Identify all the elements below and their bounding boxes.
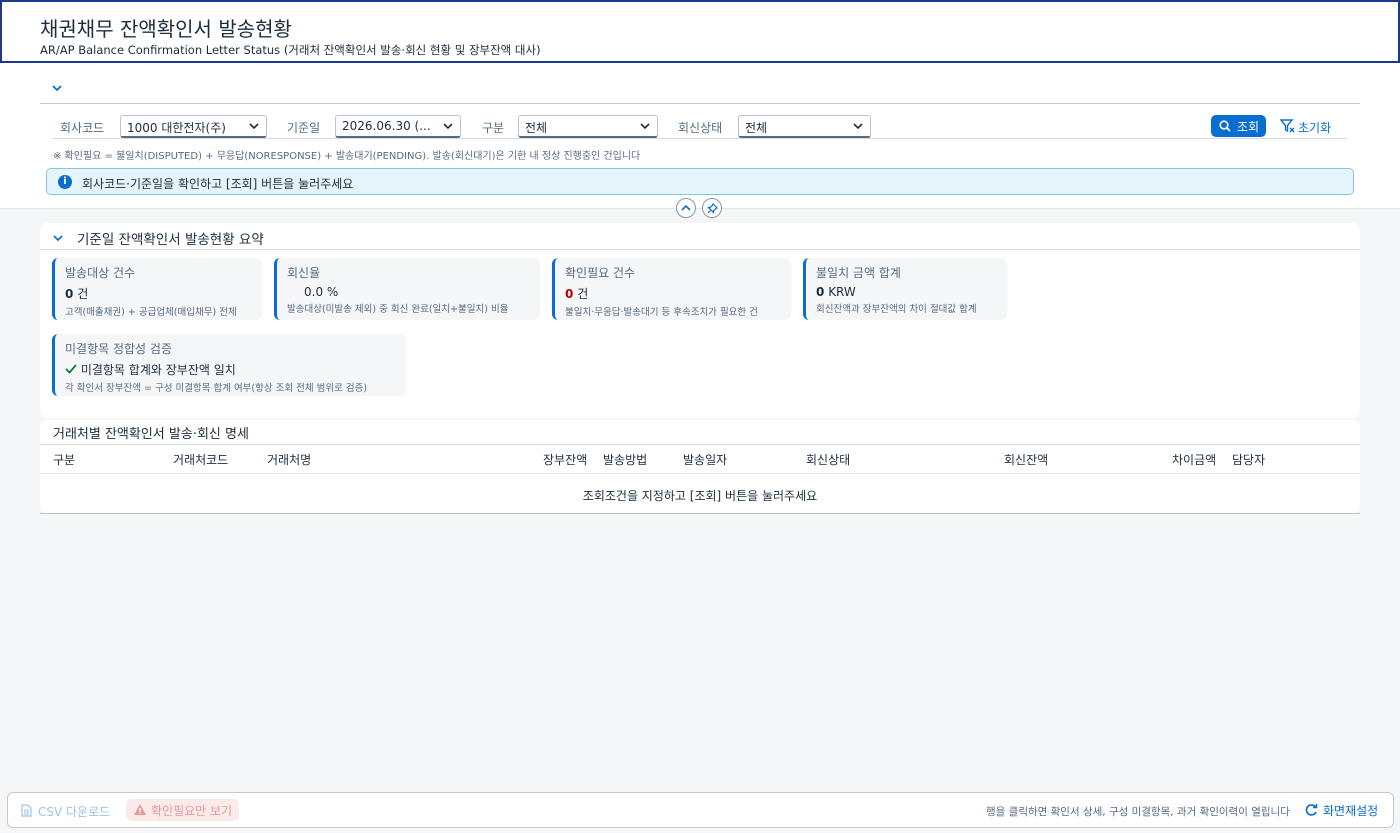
detail-table-section: 거래처별 잔액확인서 발송·회신 명세 구분 거래처코드 거래처명 장부잔액 발… (40, 420, 1360, 514)
checkmark-icon (65, 364, 77, 374)
reply-status-label: 회신상태 (678, 121, 723, 135)
info-message-text: 회사코드·기준일을 확인하고 [조회] 버튼을 눌러주세요 (82, 177, 354, 191)
pin-header-button[interactable] (702, 198, 722, 218)
kpi-card-target-count: 발송대상 건수 0 건 고객(매출채권) + 공급업체(매입채무) 전체 (52, 258, 262, 320)
reset-view-button[interactable]: 화면재설정 (1304, 802, 1378, 819)
summary-section: 기준일 잔액확인서 발송현황 요약 발송대상 건수 0 건 고객(매출채권) +… (40, 223, 1360, 418)
warning-icon (134, 804, 146, 815)
column-header-type[interactable]: 구분 (53, 451, 75, 468)
column-header-partner-name[interactable]: 거래처명 (267, 451, 311, 468)
column-header-difference[interactable]: 차이금액 (1172, 451, 1216, 468)
type-value: 전체 (525, 121, 548, 135)
type-select[interactable]: 전체 (518, 115, 658, 138)
chevron-down-icon (249, 123, 259, 130)
column-header-owner[interactable]: 담당자 (1232, 451, 1265, 468)
kpi-value: 0 KRW (816, 285, 856, 299)
search-button-label: 조회 (1237, 120, 1260, 134)
filter-bar: 회사코드 1000 대한전자(주) 기준일 2026.06.30 (... 구분… (0, 63, 1400, 209)
base-date-value: 2026.06.30 (... (342, 119, 431, 133)
footer-hint: 행을 클릭하면 확인서 상세, 구성 미결항목, 과거 확인이력이 열립니다 (986, 806, 1290, 818)
clear-filter-icon (1280, 119, 1295, 133)
column-header-book-balance[interactable]: 장부잔액 (543, 451, 587, 468)
reset-button-label: 초기화 (1298, 121, 1332, 135)
filter-row: 회사코드 1000 대한전자(주) 기준일 2026.06.30 (... 구분… (40, 115, 1360, 139)
company-code-label: 회사코드 (60, 121, 105, 135)
reply-status-select[interactable]: 전체 (738, 115, 871, 138)
kpi-title: 불일치 금액 합계 (816, 266, 901, 280)
kpi-title: 회신율 (287, 266, 321, 280)
kpi-title: 발송대상 건수 (65, 266, 136, 280)
show-needs-check-only-label: 확인필요만 보기 (151, 804, 233, 818)
kpi-value: 0 건 (565, 287, 589, 301)
table-empty-message: 조회조건을 지정하고 [조회] 버튼을 눌러주세요 (582, 489, 818, 503)
detail-table-title: 거래처별 잔액확인서 발송·회신 명세 (53, 427, 249, 442)
divider (40, 473, 1360, 474)
validation-title: 미결항목 정합성 검증 (65, 342, 172, 356)
kpi-card-mismatch-amount: 불일치 금액 합계 0 KRW 회신잔액과 장부잔액의 차이 절대값 합계 (803, 258, 1007, 320)
chevron-down-icon[interactable] (52, 232, 64, 244)
column-header-partner-code[interactable]: 거래처코드 (173, 451, 228, 468)
chevron-down-icon (640, 123, 650, 130)
column-header-reply-balance[interactable]: 회신잔액 (1004, 451, 1048, 468)
reset-button[interactable]: 초기화 (1278, 115, 1342, 137)
column-header-send-date[interactable]: 발송일자 (683, 451, 727, 468)
kpi-title: 확인필요 건수 (565, 266, 636, 280)
info-icon: i (58, 175, 72, 189)
page-title: 채권채무 잔액확인서 발송현황 (40, 17, 292, 41)
chevron-up-icon (681, 204, 691, 211)
company-code-select[interactable]: 1000 대한전자(주) (120, 115, 267, 138)
kpi-card-reply-rate: 회신율 0.0 % 발송대상(미발송 제외) 중 회신 완료(일치+불일치) 비… (274, 258, 540, 320)
summary-title: 기준일 잔액확인서 발송현황 요약 (77, 232, 264, 248)
search-icon (1219, 120, 1231, 132)
column-header-send-method[interactable]: 발송방법 (603, 451, 647, 468)
search-button[interactable]: 조회 (1211, 115, 1266, 137)
divider (40, 513, 1360, 514)
page-header: 채권채무 잔액확인서 발송현황 AR/AP Balance Confirmati… (0, 0, 1400, 63)
pin-icon (707, 203, 718, 214)
kpi-card-needs-check-count: 확인필요 건수 0 건 불일치·무응답·발송대기 등 후속조치가 필요한 건 (552, 258, 791, 320)
document-icon (21, 804, 32, 817)
validation-status: 미결항목 합계와 장부잔액 일치 (65, 361, 406, 378)
info-message-strip: i 회사코드·기준일을 확인하고 [조회] 버튼을 눌러주세요 (46, 168, 1354, 195)
divider (40, 444, 1360, 445)
refresh-icon (1305, 804, 1318, 816)
base-date-label: 기준일 (287, 121, 321, 135)
filter-note: ※ 확인필요 = 불일치(DISPUTED) + 무응답(NORESPONSE)… (53, 151, 641, 162)
validation-description: 각 확인서 장부잔액 = 구성 미결항목 합계 여부(항상 조회 전체 범위로 … (65, 383, 368, 394)
kpi-description: 불일치·무응답·발송대기 등 후속조치가 필요한 건 (565, 307, 758, 318)
reset-view-label: 화면재설정 (1323, 804, 1379, 818)
base-date-select[interactable]: 2026.06.30 (... (335, 115, 461, 138)
kpi-description: 고객(매출채권) + 공급업체(매입채무) 전체 (65, 307, 237, 318)
kpi-card-validation: 미결항목 정합성 검증 미결항목 합계와 장부잔액 일치 각 확인서 장부잔액 … (52, 334, 406, 396)
chevron-down-icon (853, 123, 863, 130)
collapse-header-button[interactable] (676, 198, 696, 218)
company-code-value: 1000 대한전자(주) (127, 121, 226, 135)
collapse-filter-icon[interactable] (50, 81, 64, 95)
csv-download-button[interactable]: CSV 다운로드 (20, 803, 110, 820)
column-header-reply-status[interactable]: 회신상태 (806, 451, 850, 468)
type-label: 구분 (482, 121, 505, 135)
chevron-down-icon (443, 123, 453, 130)
divider (40, 103, 1360, 104)
show-needs-check-only-button[interactable]: 확인필요만 보기 (126, 799, 240, 821)
divider (52, 138, 1347, 139)
footer-toolbar: CSV 다운로드 확인필요만 보기 행을 클릭하면 확인서 상세, 구성 미결항… (7, 792, 1394, 828)
csv-download-label: CSV 다운로드 (38, 805, 111, 819)
kpi-description: 발송대상(미발송 제외) 중 회신 완료(일치+불일치) 비율 (287, 304, 509, 315)
kpi-value: 0 건 (65, 287, 89, 301)
divider (40, 249, 1360, 250)
reply-status-value: 전체 (745, 121, 768, 135)
kpi-value: 0.0 % (304, 285, 339, 299)
kpi-description: 회신잔액과 장부잔액의 차이 절대값 합계 (816, 304, 977, 315)
page-subtitle: AR/AP Balance Confirmation Letter Status… (40, 43, 541, 57)
